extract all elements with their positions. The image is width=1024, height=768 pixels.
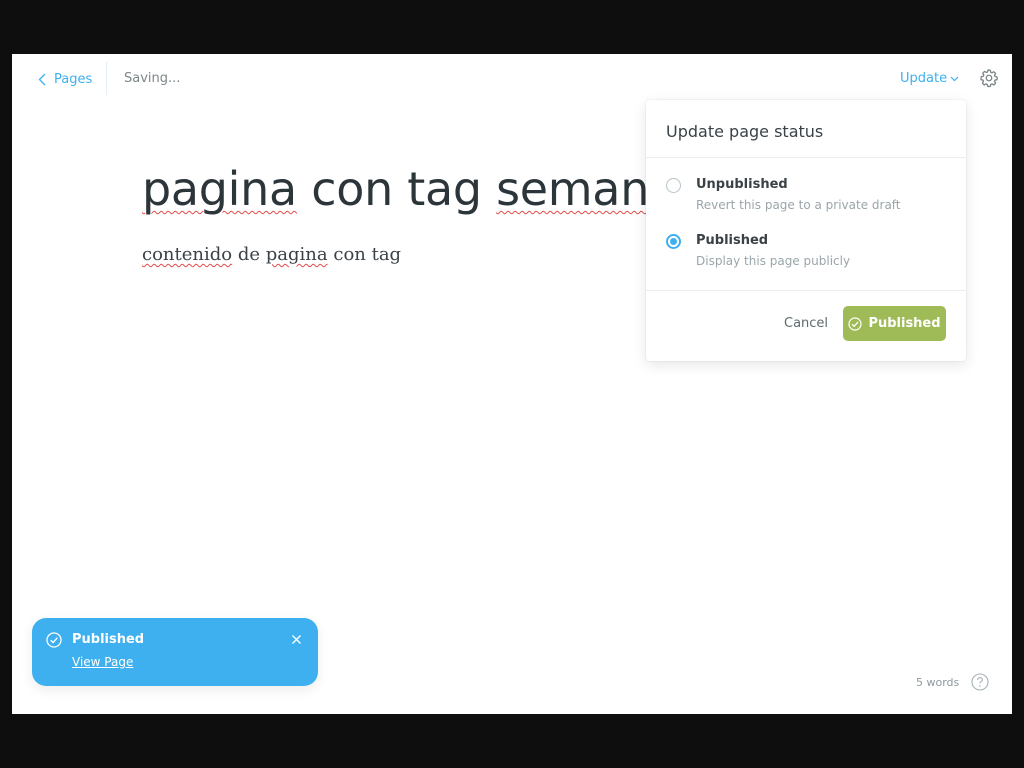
published-notification: Published View Page xyxy=(32,618,318,686)
header-divider xyxy=(106,62,107,95)
editor-window: Pages Saving... Update pagina con tag se… xyxy=(12,54,1012,714)
body-word: con tag xyxy=(333,244,402,265)
view-page-link[interactable]: View Page xyxy=(72,655,133,669)
option-description: Display this page publicly xyxy=(696,254,851,268)
back-link-label: Pages xyxy=(54,71,93,87)
back-to-pages-link[interactable]: Pages xyxy=(38,70,92,88)
status-option-unpublished[interactable]: Unpublished Revert this page to a privat… xyxy=(666,176,946,216)
cancel-button[interactable]: Cancel xyxy=(784,316,828,331)
close-icon[interactable] xyxy=(291,634,302,645)
option-label: Published xyxy=(696,233,769,248)
check-circle-icon xyxy=(46,632,62,648)
save-status: Saving... xyxy=(124,71,181,86)
published-radio[interactable] xyxy=(666,234,681,249)
chevron-left-icon xyxy=(38,73,46,85)
question-icon[interactable] xyxy=(971,673,989,691)
unpublished-radio[interactable] xyxy=(666,178,681,193)
option-label: Unpublished xyxy=(696,177,788,192)
title-word: con tag xyxy=(311,162,482,216)
body-word: de xyxy=(237,244,261,265)
body-word: contenido xyxy=(142,244,233,265)
publish-button-label: Published xyxy=(868,316,941,331)
chevron-down-icon xyxy=(950,76,959,81)
check-circle-icon xyxy=(848,316,863,331)
popover-divider xyxy=(646,290,966,291)
option-description: Revert this page to a private draft xyxy=(696,198,901,212)
update-label: Update xyxy=(900,71,948,86)
page-title[interactable]: pagina con tag semana xyxy=(142,162,677,216)
status-option-published[interactable]: Published Display this page publicly xyxy=(666,232,946,272)
notification-title: Published xyxy=(72,632,145,647)
page-body[interactable]: contenido de pagina con tag xyxy=(142,244,401,265)
gear-icon[interactable] xyxy=(979,68,999,88)
popover-title: Update page status xyxy=(666,122,824,141)
popover-divider xyxy=(646,157,966,158)
update-status-popover: Update page status Unpublished Revert th… xyxy=(646,100,966,361)
body-word: pagina xyxy=(265,244,328,265)
word-count: 5 words xyxy=(916,676,960,689)
publish-button[interactable]: Published xyxy=(843,306,946,341)
title-word: pagina xyxy=(142,162,297,216)
update-menu-button[interactable]: Update xyxy=(900,71,959,86)
